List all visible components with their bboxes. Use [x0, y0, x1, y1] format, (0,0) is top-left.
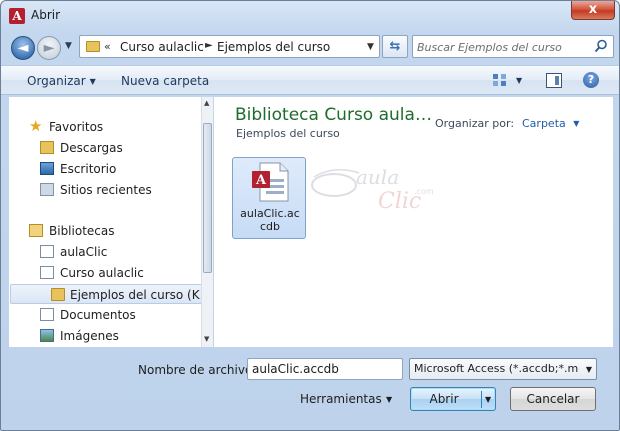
title-bar[interactable]: A Abrir x: [1, 1, 619, 31]
desktop-icon: [40, 162, 54, 175]
address-dropdown-icon[interactable]: ▼: [367, 42, 374, 52]
organize-label: Organizar: [27, 74, 86, 88]
tools-dropdown-icon[interactable]: ▼: [386, 395, 392, 404]
nav-item-favoritos[interactable]: ★ Favoritos: [9, 117, 203, 137]
command-bar: Organizar ▼ Nueva carpeta ▼ ?: [1, 65, 619, 95]
nav-item-descargas[interactable]: Descargas: [9, 138, 203, 158]
library-icon: [40, 245, 54, 258]
folder-icon: [51, 288, 65, 301]
folder-icon: [86, 41, 100, 52]
change-view-icon[interactable]: [492, 73, 508, 87]
view-options-dropdown-icon[interactable]: ▼: [516, 76, 522, 85]
back-button[interactable]: ◄: [11, 36, 35, 60]
file-type-value: Microsoft Access (*.accdb;*.mc: [414, 362, 579, 375]
scrollbar-thumb[interactable]: [203, 123, 212, 273]
navigation-pane[interactable]: ★ Favoritos Descargas Escritorio Sitios …: [9, 97, 213, 347]
nav-item-imagenes[interactable]: Imágenes: [9, 326, 203, 346]
tools-menu-button[interactable]: Herramientas: [300, 392, 382, 406]
nav-item-bibliotecas[interactable]: Bibliotecas: [9, 221, 203, 241]
window-title: Abrir: [31, 8, 61, 22]
file-type-select[interactable]: Microsoft Access (*.accdb;*.mc ▼: [409, 358, 597, 380]
file-item-aulaclic-accdb[interactable]: A aulaClic.ac cdb: [232, 157, 306, 239]
search-input[interactable]: [417, 39, 587, 55]
nav-item-aulaclic[interactable]: aulaClic: [9, 242, 203, 262]
breadcrumb-ejemplos-del-curso[interactable]: Ejemplos del curso: [217, 40, 330, 54]
chevron-down-icon: ▼: [573, 119, 580, 128]
nav-item-label: Favoritos: [49, 120, 104, 134]
chevron-down-icon: ▼: [585, 365, 592, 374]
breadcrumb-separator-icon[interactable]: ►: [205, 40, 213, 51]
arrange-by-label: Organizar por:: [435, 117, 515, 130]
library-subtitle: Ejemplos del curso: [236, 127, 340, 140]
search-box[interactable]: [412, 35, 614, 58]
library-icon: [40, 266, 54, 279]
nav-item-label: Bibliotecas: [49, 224, 115, 238]
file-name-line: cdb: [259, 220, 280, 233]
preview-pane-icon[interactable]: [546, 73, 562, 88]
navigation-scrollbar[interactable]: ▲ ▼: [201, 97, 213, 347]
nav-item-label: Imágenes: [60, 329, 119, 343]
help-icon[interactable]: ?: [583, 72, 599, 88]
libraries-icon: [29, 224, 43, 237]
refresh-icon: ⇆: [389, 39, 401, 54]
file-list-pane[interactable]: Biblioteca Curso aula… Ejemplos del curs…: [214, 97, 613, 347]
nav-item-label: Sitios recientes: [60, 183, 152, 197]
file-name-label: Nombre de archivo:: [138, 363, 257, 377]
search-icon[interactable]: [594, 39, 608, 53]
breadcrumb-overflow-icon[interactable]: «: [104, 40, 111, 53]
arrange-by-dropdown[interactable]: Carpeta ▼: [522, 117, 579, 130]
file-name-line: aulaClic.ac: [240, 207, 300, 220]
star-icon: ★: [29, 117, 43, 135]
watermark-text: aula: [356, 165, 400, 189]
access-database-file-icon: A: [252, 162, 289, 202]
access-app-icon: A: [9, 8, 25, 24]
recent-places-icon: [40, 183, 54, 196]
cancel-button[interactable]: Cancelar: [510, 387, 596, 411]
open-dialog-window: A Abrir x ◄ ► ▼ « Curso aulaclic ► Ejemp…: [0, 0, 620, 431]
split-divider: [481, 391, 482, 408]
documents-icon: [40, 308, 54, 321]
nav-item-label: Escritorio: [60, 162, 117, 176]
nav-item-ejemplos-del-curso[interactable]: Ejemplos del curso (K:): [10, 284, 208, 304]
arrange-by-value: Carpeta: [522, 117, 566, 130]
open-button[interactable]: Abrir ▼: [410, 387, 496, 411]
breadcrumb-curso-aulaclic[interactable]: Curso aulaclic: [120, 40, 204, 54]
chevron-down-icon: ▼: [89, 77, 96, 86]
open-options-dropdown-icon[interactable]: ▼: [485, 395, 491, 404]
nav-item-label: aulaClic: [60, 245, 108, 259]
mouse-icon: [311, 169, 360, 197]
recent-pages-dropdown-icon[interactable]: ▼: [65, 41, 72, 51]
address-bar[interactable]: « Curso aulaclic ► Ejemplos del curso ▼: [79, 35, 380, 58]
nav-item-escritorio[interactable]: Escritorio: [9, 159, 203, 179]
library-title: Biblioteca Curso aula…: [235, 105, 432, 125]
open-button-label: Abrir: [429, 392, 459, 406]
nav-item-documentos[interactable]: Documentos: [9, 305, 203, 325]
close-button[interactable]: x: [571, 1, 615, 20]
scroll-up-icon[interactable]: ▲: [204, 99, 209, 107]
new-folder-button[interactable]: Nueva carpeta: [121, 74, 209, 88]
nav-item-label: Descargas: [60, 141, 123, 155]
nav-item-label: Curso aulaclic: [60, 266, 144, 280]
nav-item-label: Ejemplos del curso (K:): [70, 288, 209, 302]
file-name: aulaClic.ac cdb: [235, 207, 305, 233]
organize-menu-button[interactable]: Organizar ▼: [27, 74, 96, 88]
pictures-icon: [40, 329, 54, 342]
refresh-button[interactable]: ⇆: [382, 35, 408, 58]
forward-button[interactable]: ►: [37, 36, 61, 60]
watermark-text: .com: [414, 187, 434, 196]
file-name-field[interactable]: [247, 358, 403, 380]
nav-item-sitios-recientes[interactable]: Sitios recientes: [9, 180, 203, 200]
downloads-folder-icon: [40, 141, 54, 154]
aulaclic-watermark-logo: aula Clic .com: [304, 163, 444, 223]
nav-item-curso-aulaclic[interactable]: Curso aulaclic: [9, 263, 203, 283]
svg-text:A: A: [255, 173, 267, 188]
nav-item-label: Documentos: [60, 308, 136, 322]
scroll-down-icon[interactable]: ▼: [204, 335, 209, 343]
